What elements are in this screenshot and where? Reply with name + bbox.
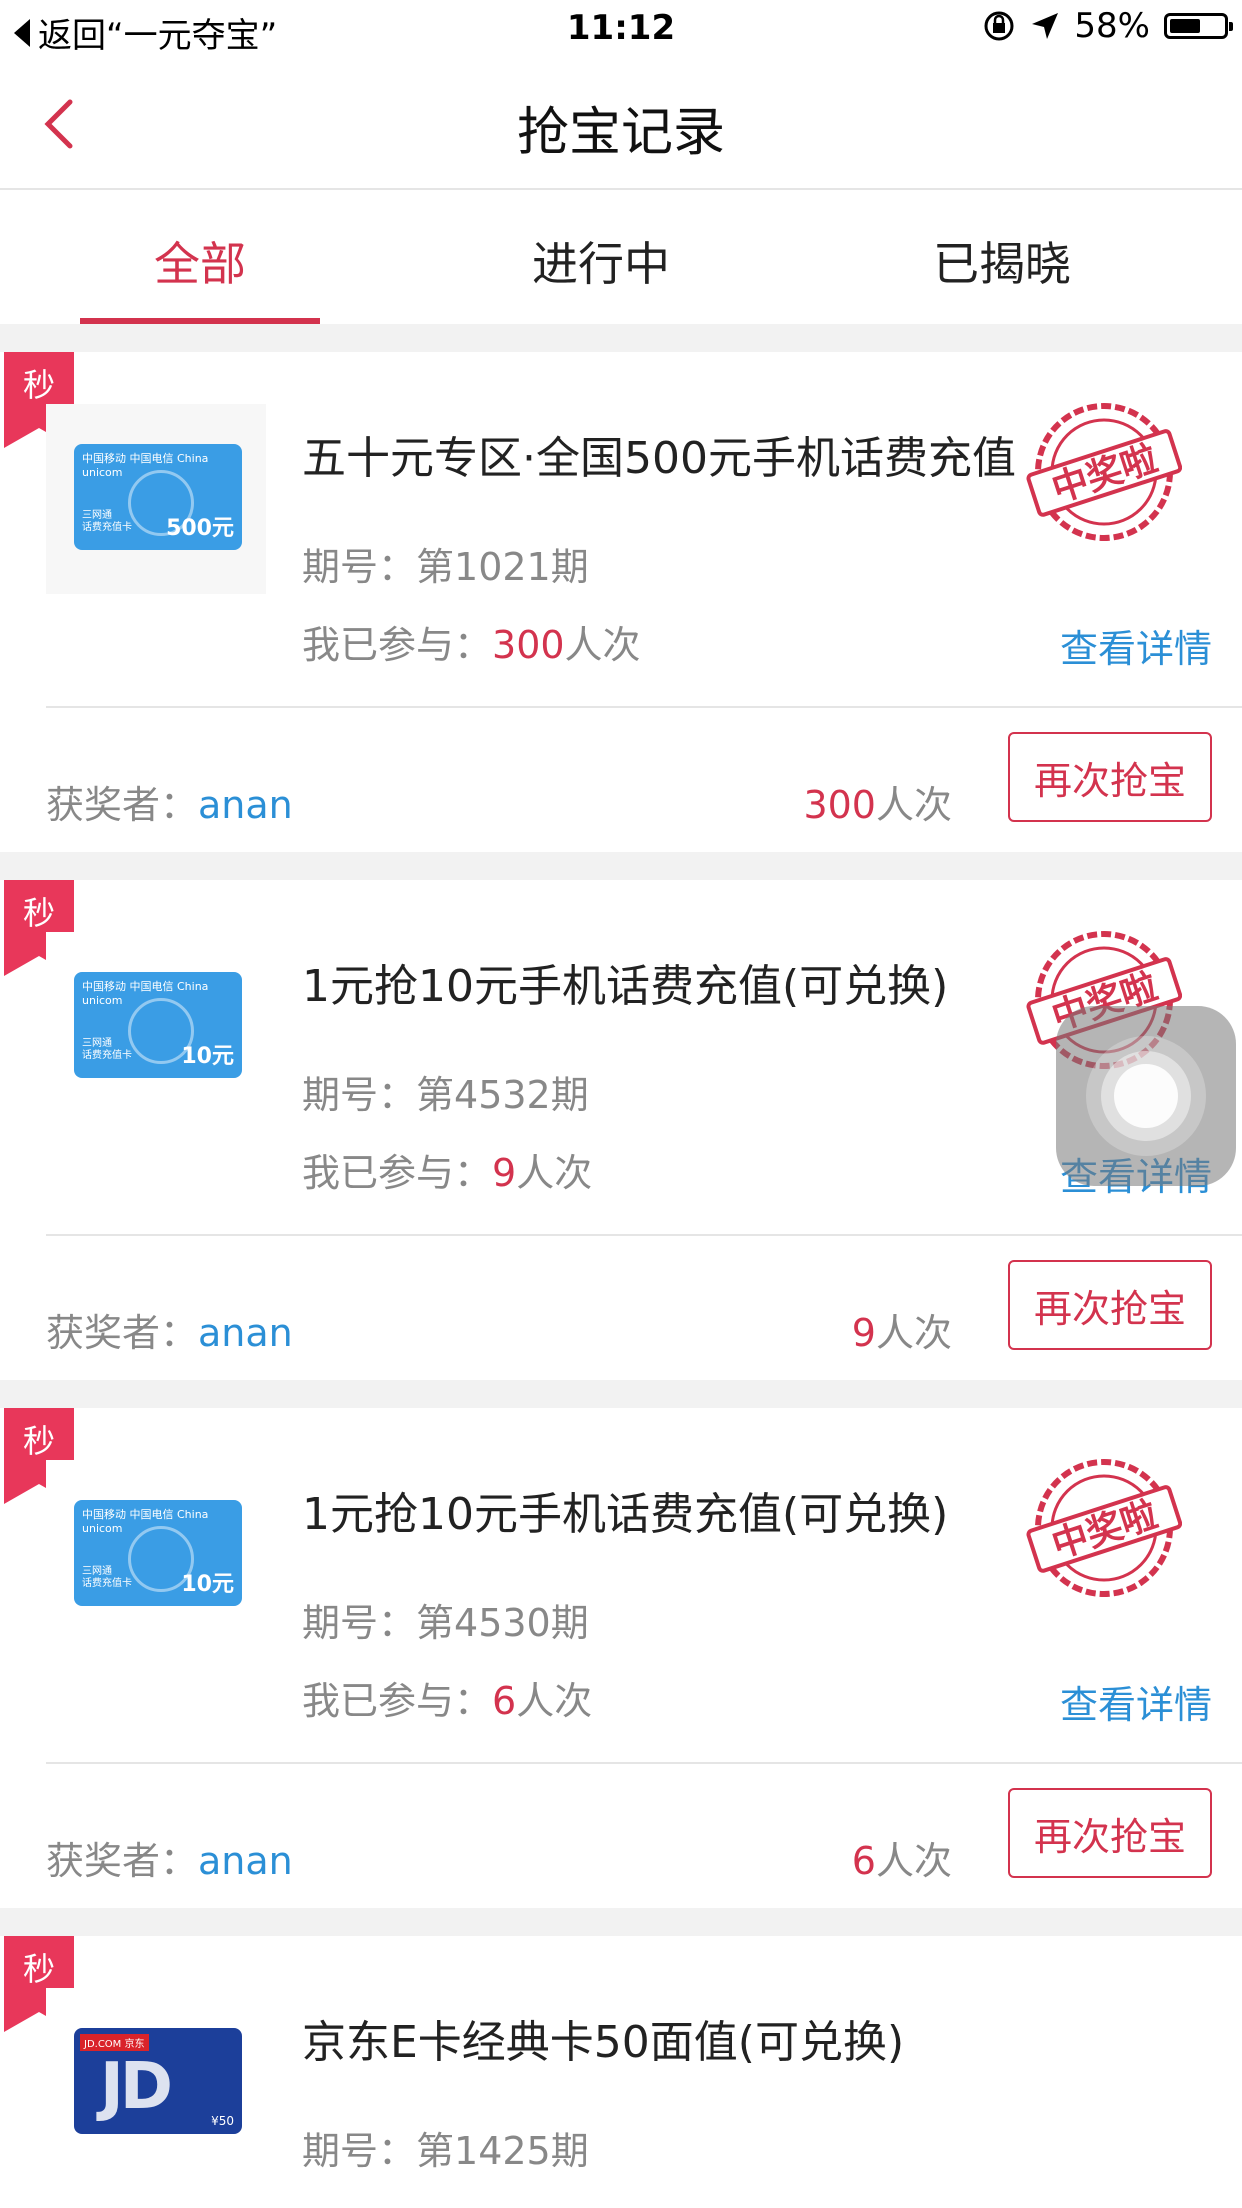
- winner-count-unit: 人次: [875, 1311, 952, 1355]
- winner-label: 获奖者：: [46, 1311, 199, 1355]
- period-value: 第1425期: [416, 2129, 589, 2173]
- card-caption: 三网通 话费充值卡: [82, 1038, 132, 1061]
- battery-fill: [1170, 19, 1201, 33]
- winner-count: 9人次: [852, 1302, 952, 1357]
- winner-label: 获奖者：: [46, 1839, 199, 1883]
- product-image[interactable]: JD.COM 京东 JD ¥50: [46, 1988, 266, 2178]
- winner-count-unit: 人次: [875, 783, 952, 827]
- jd-letters: JD: [100, 2050, 173, 2124]
- product-image[interactable]: 中国移动 中国电信 China unicom 三网通 话费充值卡 10元: [46, 932, 266, 1122]
- orientation-lock-icon: [984, 11, 1014, 41]
- jd-card-image: JD.COM 京东 JD ¥50: [74, 2028, 242, 2134]
- card-amount: ¥50: [211, 2114, 234, 2128]
- jd-logo: JD.COM 京东: [80, 2034, 149, 2051]
- assistive-dot: [1114, 1064, 1178, 1128]
- joined-label: 我已参与：: [302, 1151, 493, 1195]
- winner-line: 获奖者：anan: [46, 1302, 293, 1357]
- battery-icon: [1164, 13, 1233, 39]
- winner-name[interactable]: anan: [198, 783, 293, 827]
- winner-name[interactable]: anan: [198, 1311, 293, 1355]
- period-label: 期号：: [302, 545, 417, 589]
- card-amount: 500元: [166, 516, 234, 541]
- view-details-link[interactable]: 查看详情: [1060, 618, 1212, 673]
- winner-count-value: 9: [851, 1311, 876, 1355]
- tab-bar: 全部 进行中 已揭晓: [0, 190, 1242, 325]
- tab-revealed[interactable]: 已揭晓: [882, 228, 1122, 294]
- tab-all[interactable]: 全部: [80, 228, 320, 294]
- winner-name[interactable]: anan: [198, 1839, 293, 1883]
- joined-count: 300: [492, 623, 565, 667]
- buy-again-button[interactable]: 再次抢宝: [1008, 732, 1212, 822]
- card-caption: 三网通 话费充值卡: [82, 510, 132, 533]
- divider: [46, 1234, 1242, 1236]
- joined-label: 我已参与：: [302, 1679, 493, 1723]
- phone-card-image: 中国移动 中国电信 China unicom 三网通 话费充值卡 10元: [74, 972, 242, 1078]
- divider: [46, 706, 1242, 708]
- product-title[interactable]: 1元抢10元手机话费充值(可兑换): [302, 1478, 948, 1542]
- period-value: 第4530期: [416, 1601, 589, 1645]
- view-details-link[interactable]: 查看详情: [1060, 1674, 1212, 1729]
- record-card: 秒 中国移动 中国电信 China unicom 三网通 话费充值卡 500元 五…: [0, 352, 1242, 852]
- winner-count-value: 300: [803, 783, 876, 827]
- card-amount: 10元: [181, 1044, 234, 1069]
- location-arrow-icon: [1032, 13, 1059, 39]
- winner-count-unit: 人次: [875, 1839, 952, 1883]
- winner-stamp-icon: 中奖啦: [1026, 403, 1182, 541]
- product-image[interactable]: 中国移动 中国电信 China unicom 三网通 话费充值卡 500元: [46, 404, 266, 594]
- status-bar: 返回“一元夺宝” 11:12 58%: [0, 0, 1242, 62]
- winner-line: 获奖者：anan: [46, 774, 293, 829]
- joined-unit: 人次: [564, 623, 641, 667]
- product-title[interactable]: 1元抢10元手机话费充值(可兑换): [302, 950, 948, 1014]
- winner-count: 300人次: [803, 774, 952, 829]
- winner-count: 6人次: [852, 1830, 952, 1885]
- period-line: 期号：第4532期: [302, 1064, 589, 1119]
- section-gap: [0, 1908, 1242, 1936]
- joined-label: 我已参与：: [302, 623, 493, 667]
- section-gap: [0, 852, 1242, 880]
- period-value: 第1021期: [416, 545, 589, 589]
- product-title[interactable]: 京东E卡经典卡50面值(可兑换): [302, 2006, 904, 2070]
- joined-unit: 人次: [516, 1679, 593, 1723]
- joined-unit: 人次: [516, 1151, 593, 1195]
- battery-percent: 58%: [1074, 6, 1150, 46]
- joined-count: 9: [492, 1151, 517, 1195]
- product-image[interactable]: 中国移动 中国电信 China unicom 三网通 话费充值卡 10元: [46, 1460, 266, 1650]
- buy-again-button[interactable]: 再次抢宝: [1008, 1260, 1212, 1350]
- status-right-group: 58%: [982, 6, 1233, 46]
- period-label: 期号：: [302, 1073, 417, 1117]
- winner-label: 获奖者：: [46, 783, 199, 827]
- product-title[interactable]: 五十元专区·全国500元手机话费充值: [302, 422, 1016, 486]
- buy-again-button[interactable]: 再次抢宝: [1008, 1788, 1212, 1878]
- period-label: 期号：: [302, 2129, 417, 2173]
- winner-count-value: 6: [851, 1839, 876, 1883]
- card-amount: 10元: [181, 1572, 234, 1597]
- period-label: 期号：: [302, 1601, 417, 1645]
- joined-line: 我已参与：6人次: [302, 1670, 592, 1725]
- period-line: 期号：第1425期: [302, 2120, 589, 2175]
- tab-in-progress[interactable]: 进行中: [481, 228, 721, 294]
- phone-card-image: 中国移动 中国电信 China unicom 三网通 话费充值卡 500元: [74, 444, 242, 550]
- phone-card-image: 中国移动 中国电信 China unicom 三网通 话费充值卡 10元: [74, 1500, 242, 1606]
- nav-bar: 抢宝记录: [0, 62, 1242, 190]
- record-card: 秒 JD.COM 京东 JD ¥50 京东E卡经典卡50面值(可兑换) 期号：第…: [0, 1936, 1242, 2208]
- winner-stamp-icon: 中奖啦: [1026, 1459, 1182, 1597]
- joined-count: 6: [492, 1679, 517, 1723]
- card-caption: 三网通 话费充值卡: [82, 1566, 132, 1589]
- divider: [46, 1762, 1242, 1764]
- period-line: 期号：第1021期: [302, 536, 589, 591]
- winner-line: 获奖者：anan: [46, 1830, 293, 1885]
- section-gap: [0, 1380, 1242, 1408]
- period-value: 第4532期: [416, 1073, 589, 1117]
- page-title: 抢宝记录: [516, 103, 725, 163]
- period-line: 期号：第4530期: [302, 1592, 589, 1647]
- assistive-touch-button[interactable]: [1056, 1006, 1236, 1186]
- section-gap: [0, 324, 1242, 352]
- joined-line: 我已参与：9人次: [302, 1142, 592, 1197]
- record-card: 秒 中国移动 中国电信 China unicom 三网通 话费充值卡 10元 1元…: [0, 1408, 1242, 1908]
- joined-line: 我已参与：300人次: [302, 614, 641, 669]
